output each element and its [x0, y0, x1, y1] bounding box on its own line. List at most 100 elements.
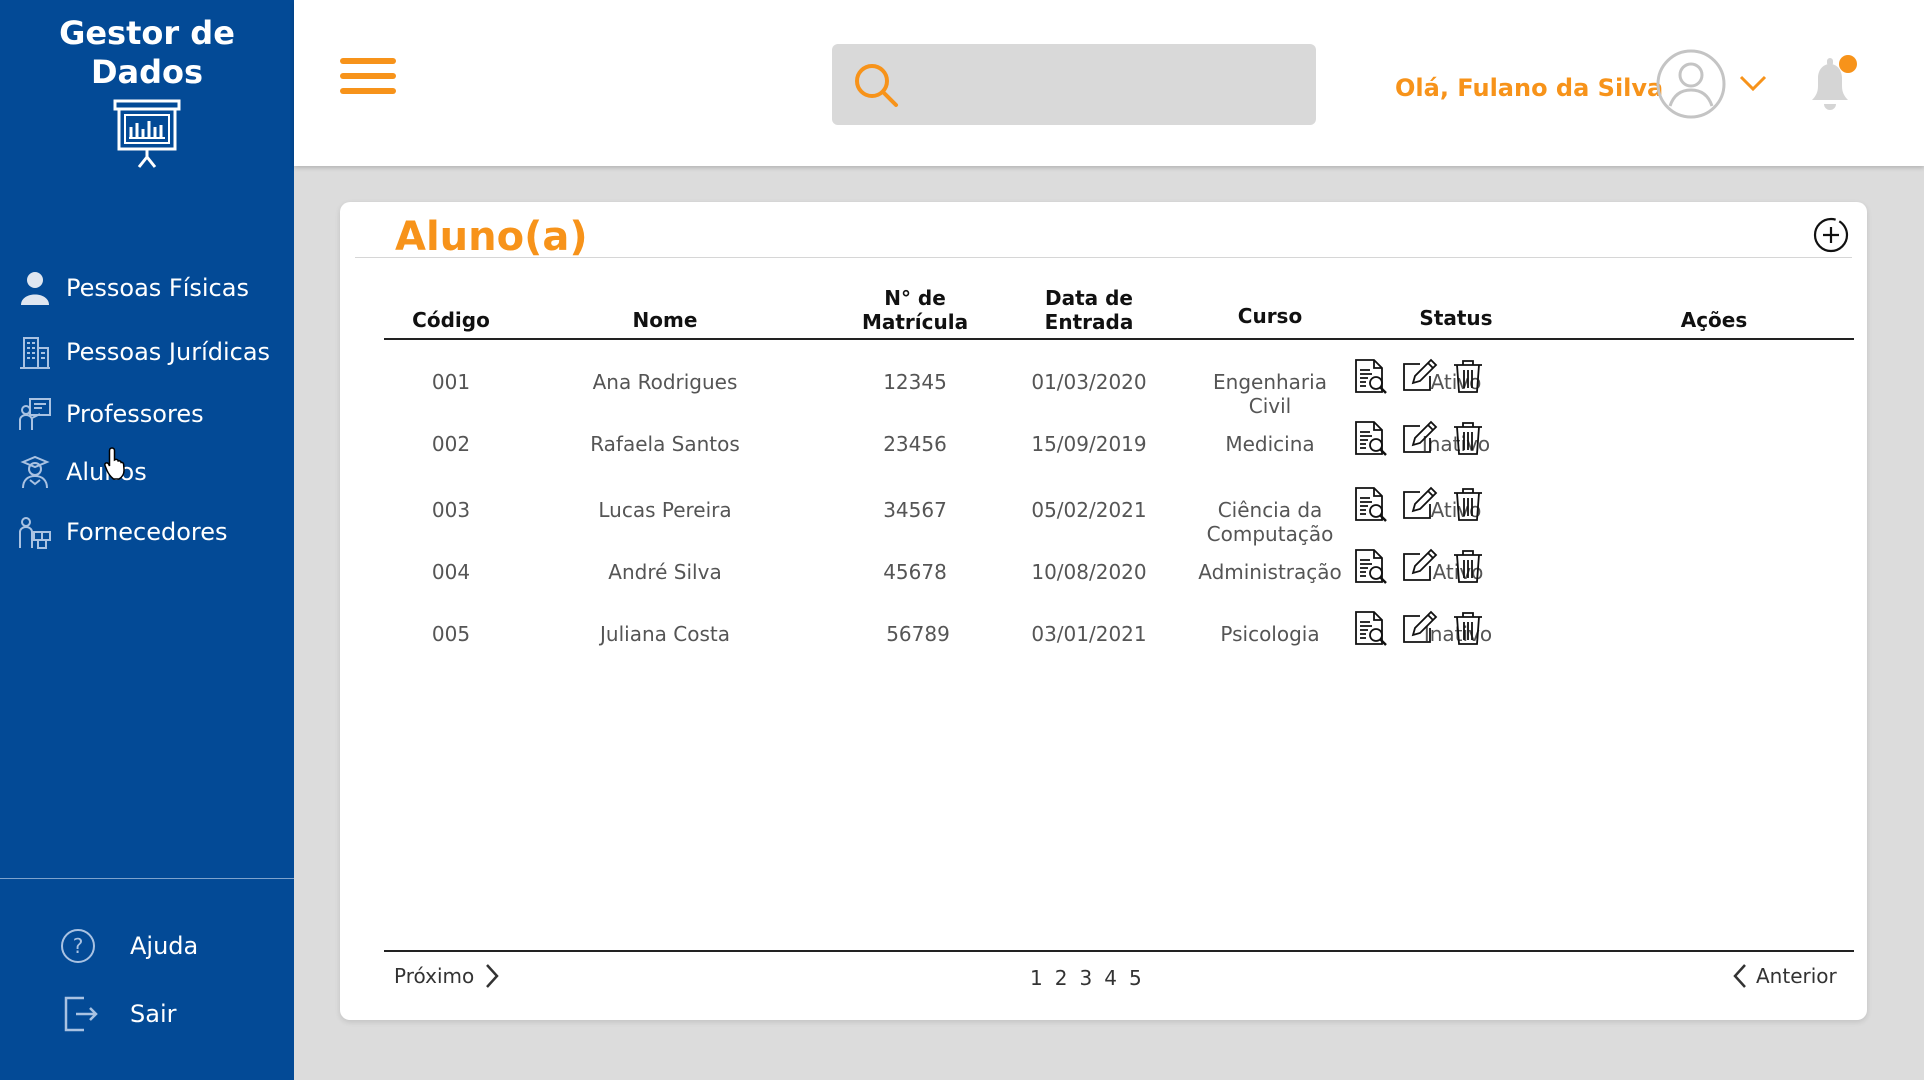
cell-data: 10/08/2020 — [1031, 560, 1147, 584]
cell-nome: André Silva — [608, 560, 722, 584]
students-card: Aluno(a) Código Nome N° de Matrícula Dat… — [340, 202, 1867, 1020]
cell-nome: Ana Rodrigues — [592, 370, 738, 394]
cell-nome: Rafaela Santos — [590, 432, 740, 456]
previous-page-button[interactable]: Anterior — [1730, 962, 1837, 990]
logout-label: Sair — [130, 1000, 177, 1028]
next-page-button[interactable]: Próximo — [394, 962, 502, 990]
next-page-label: Próximo — [394, 964, 475, 988]
column-header-matricula-line1: N° de — [884, 286, 946, 310]
cell-matricula: 45678 — [883, 560, 947, 584]
page-link[interactable]: 2 — [1055, 966, 1068, 990]
sidebar-item-fornecedores[interactable]: Fornecedores — [18, 512, 228, 552]
cell-codigo: 003 — [431, 498, 471, 522]
view-details-icon[interactable] — [1350, 418, 1390, 458]
search-input[interactable] — [916, 58, 1296, 110]
supplier-icon — [18, 514, 52, 550]
logout-button[interactable]: Sair — [60, 992, 176, 1036]
sidebar: Gestor de Dados Pessoas Físicas Pessoas … — [0, 0, 294, 1080]
sidebar-item-label: Pessoas Físicas — [66, 274, 249, 302]
avatar-icon[interactable] — [1655, 48, 1727, 120]
page-link[interactable]: 4 — [1104, 966, 1117, 990]
view-details-icon[interactable] — [1350, 608, 1390, 648]
sidebar-item-pessoas-juridicas[interactable]: Pessoas Jurídicas — [18, 332, 270, 372]
previous-page-label: Anterior — [1756, 964, 1837, 988]
column-header-status: Status — [1419, 306, 1493, 330]
brand-title: Gestor de Dados — [59, 14, 235, 91]
sidebar-item-label: Professores — [66, 400, 204, 428]
cell-matricula: 12345 — [883, 370, 947, 394]
edit-icon[interactable] — [1400, 356, 1440, 396]
presentation-chart-icon — [113, 99, 181, 168]
pagination: 1 2 3 4 5 — [1030, 966, 1142, 990]
sidebar-item-pessoas-fisicas[interactable]: Pessoas Físicas — [18, 268, 249, 308]
cell-matricula: 34567 — [883, 498, 947, 522]
cell-codigo: 002 — [431, 432, 471, 456]
cell-codigo: 005 — [431, 622, 471, 646]
view-details-icon[interactable] — [1350, 356, 1390, 396]
hamburger-line — [340, 73, 396, 79]
page-link[interactable]: 3 — [1079, 966, 1092, 990]
view-details-icon[interactable] — [1350, 484, 1390, 524]
trash-icon[interactable] — [1448, 546, 1488, 586]
page-link[interactable]: 1 — [1030, 966, 1043, 990]
help-label: Ajuda — [130, 932, 199, 960]
sidebar-item-professores[interactable]: Professores — [18, 394, 204, 434]
svg-text:?: ? — [73, 934, 84, 958]
search-icon[interactable] — [852, 61, 900, 109]
help-button[interactable]: ? Ajuda — [60, 924, 198, 968]
sidebar-divider — [0, 878, 294, 879]
add-circle-icon[interactable] — [1812, 216, 1850, 254]
cell-curso: Ciência da Computação — [1206, 498, 1334, 546]
column-header-nome: Nome — [632, 308, 698, 332]
chevron-down-icon[interactable] — [1738, 72, 1768, 94]
edit-icon[interactable] — [1400, 484, 1440, 524]
cell-nome: Lucas Pereira — [598, 498, 732, 522]
cell-nome: Juliana Costa — [600, 622, 730, 646]
column-header-curso: Curso — [1237, 304, 1303, 328]
trash-icon[interactable] — [1448, 356, 1488, 396]
column-header-matricula-line2: Matrícula — [861, 310, 969, 334]
building-icon — [18, 334, 52, 370]
cell-curso: Engenharia Civil — [1213, 370, 1327, 418]
person-icon — [18, 270, 52, 306]
menu-toggle-button[interactable] — [340, 58, 396, 94]
edit-icon[interactable] — [1400, 418, 1440, 458]
hand-cursor-icon — [104, 447, 125, 480]
trash-icon[interactable] — [1448, 418, 1488, 458]
edit-icon[interactable] — [1400, 608, 1440, 648]
column-header-acoes: Ações — [1680, 308, 1748, 332]
column-header-codigo: Código — [412, 308, 490, 332]
page-title: Aluno(a) — [395, 214, 588, 260]
search-bar[interactable] — [832, 44, 1316, 125]
user-greeting: Olá, Fulano da Silva — [1395, 74, 1664, 102]
help-icon: ? — [61, 929, 95, 963]
view-details-icon[interactable] — [1350, 546, 1390, 586]
column-header-data-entrada: Data de Entrada — [1045, 286, 1134, 334]
chevron-left-icon — [1733, 964, 1746, 988]
edit-icon[interactable] — [1400, 546, 1440, 586]
cell-curso: Administração — [1198, 560, 1342, 584]
sidebar-item-label: Pessoas Jurídicas — [66, 338, 271, 366]
trash-icon[interactable] — [1448, 484, 1488, 524]
cell-data: 03/01/2021 — [1031, 622, 1147, 646]
cell-curso: Psicologia — [1220, 622, 1320, 646]
cell-curso: Medicina — [1225, 432, 1315, 456]
column-header-data-line2: Entrada — [1044, 310, 1134, 334]
cell-data: 05/02/2021 — [1031, 498, 1147, 522]
footer-divider — [384, 950, 1854, 952]
notification-bell-icon[interactable] — [1800, 52, 1860, 114]
sidebar-item-label: Fornecedores — [66, 518, 228, 546]
column-header-matricula: N° de Matrícula — [862, 286, 968, 334]
cell-matricula: 56789 — [886, 622, 950, 646]
notification-dot — [1839, 55, 1857, 73]
page-link[interactable]: 5 — [1129, 966, 1142, 990]
logout-icon — [64, 996, 98, 1032]
hamburger-line — [340, 58, 396, 64]
hamburger-line — [340, 88, 396, 94]
header-divider — [384, 338, 1854, 340]
trash-icon[interactable] — [1448, 608, 1488, 648]
chevron-right-icon — [486, 964, 499, 988]
cell-matricula: 23456 — [883, 432, 947, 456]
column-header-data-line1: Data de — [1044, 286, 1133, 310]
title-divider — [355, 257, 1852, 258]
